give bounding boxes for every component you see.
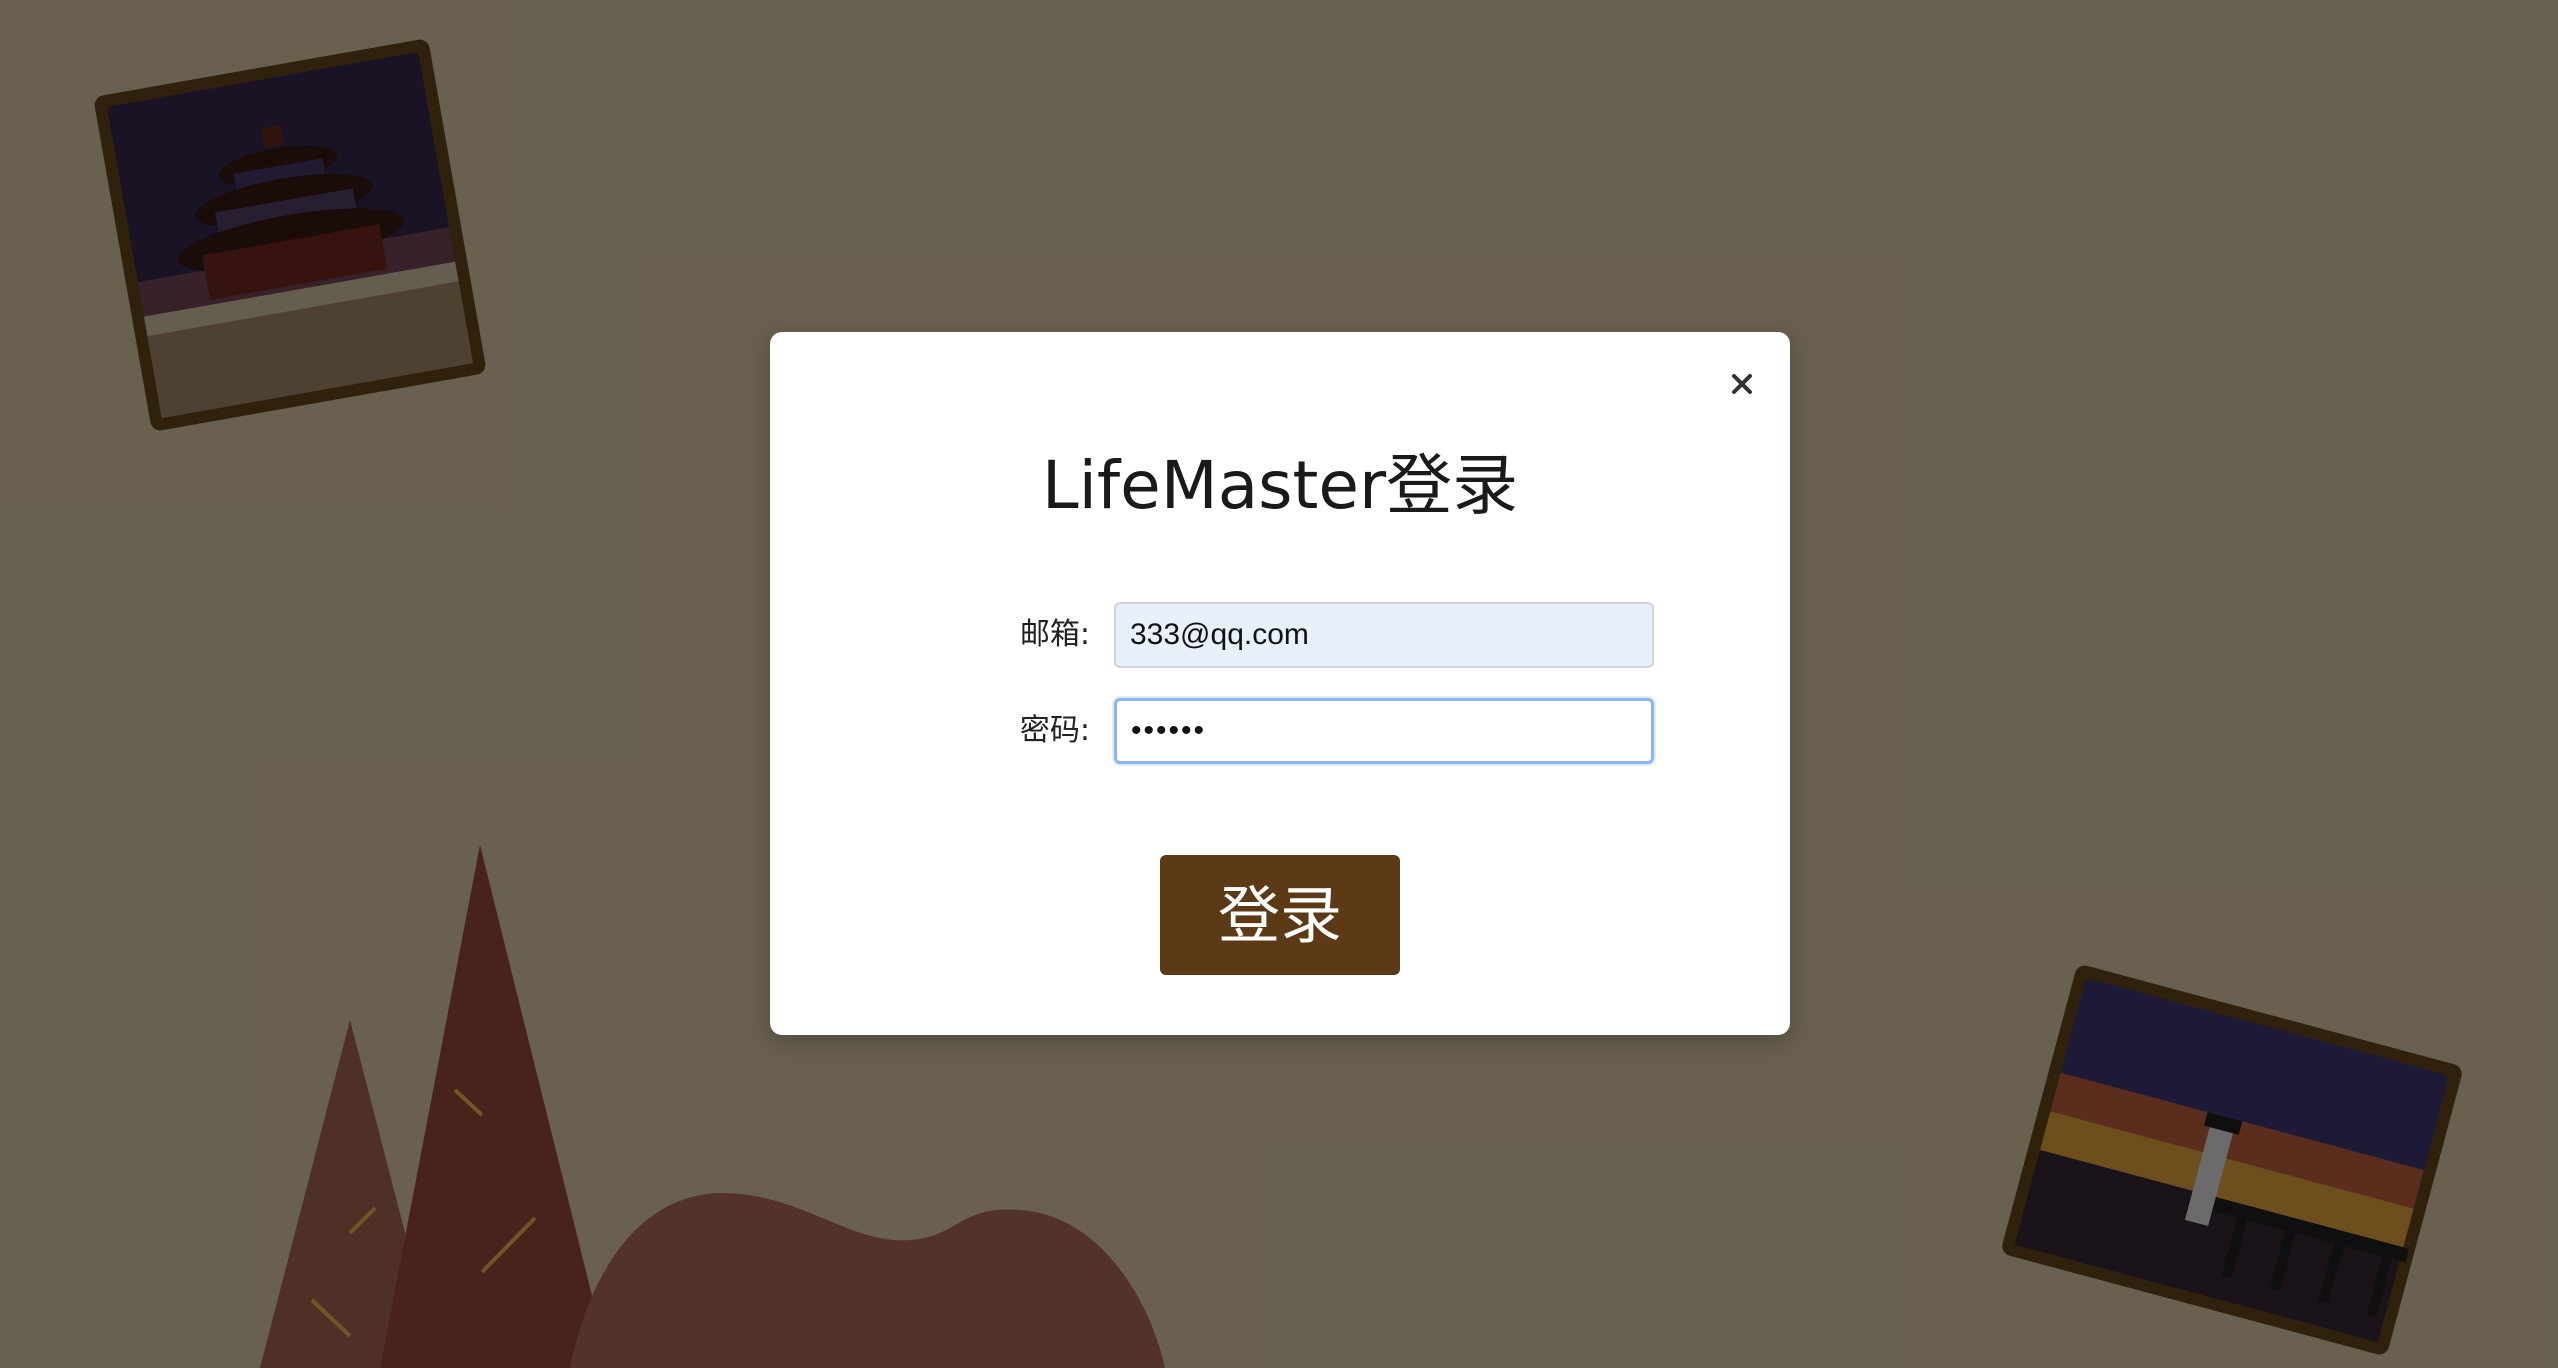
password-label: 密码: <box>1019 713 1090 748</box>
password-input[interactable] <box>1114 698 1654 764</box>
login-page: LifeMaster登录 邮箱: 密码: 登录 <box>0 0 2558 1368</box>
close-button[interactable] <box>1720 362 1764 406</box>
login-button[interactable]: 登录 <box>1160 855 1400 975</box>
email-label: 邮箱: <box>1019 617 1090 652</box>
email-input[interactable] <box>1114 602 1654 668</box>
close-icon <box>1732 374 1752 394</box>
password-row: 密码: <box>770 698 1790 764</box>
email-row: 邮箱: <box>770 602 1790 668</box>
login-dialog: LifeMaster登录 邮箱: 密码: 登录 <box>770 332 1790 1035</box>
dialog-title: LifeMaster登录 <box>1041 447 1519 524</box>
